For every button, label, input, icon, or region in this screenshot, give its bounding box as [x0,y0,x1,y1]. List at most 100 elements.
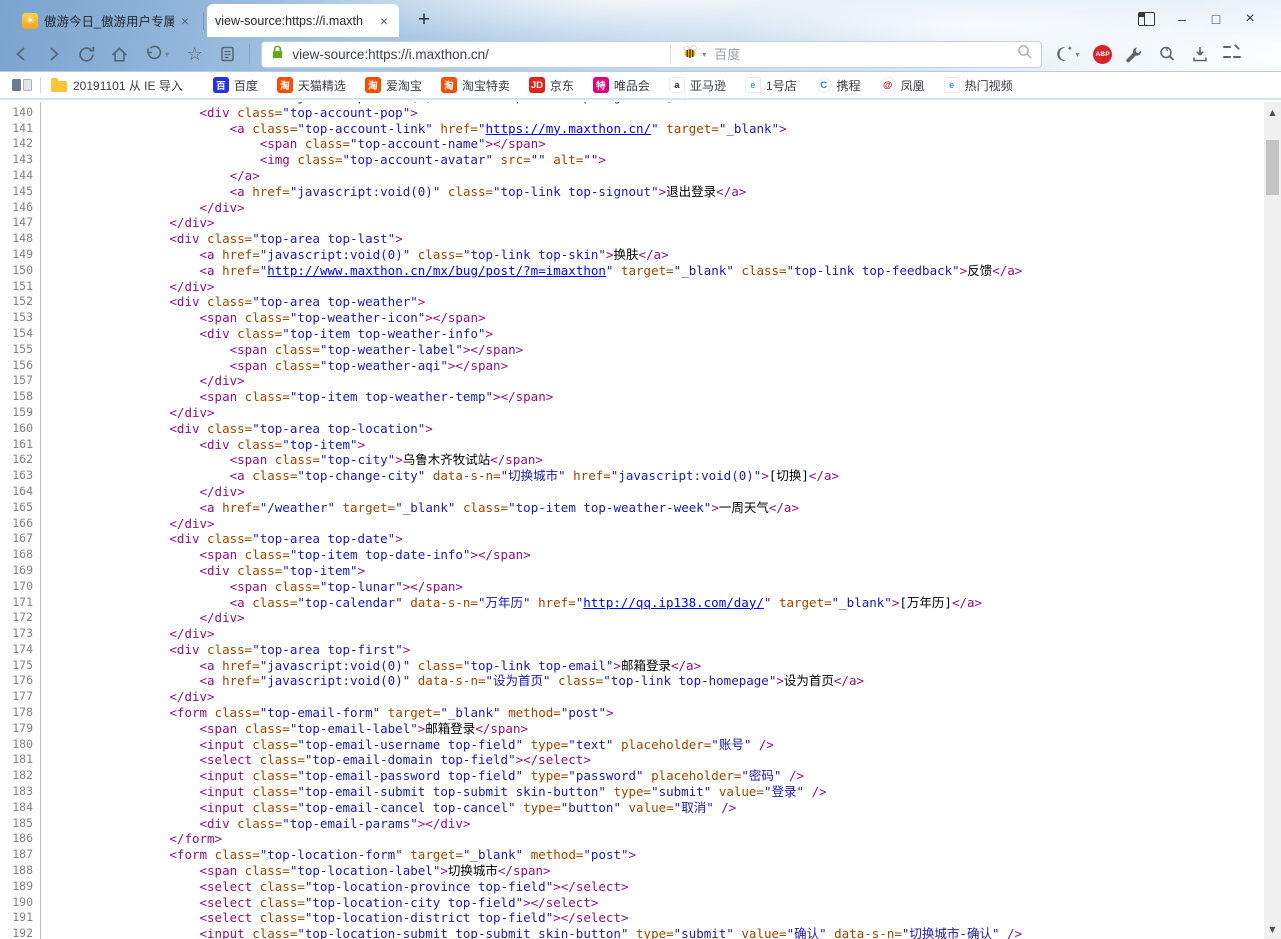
search-engine-dropdown-icon[interactable]: ▾ [702,50,706,59]
line-code: </div> [41,689,215,705]
maximize-button[interactable]: □ [1199,11,1233,27]
folder-icon [51,81,67,92]
search-magnifier-icon[interactable] [1016,43,1033,65]
line-number: 156 [0,358,41,374]
line-number: 167 [0,531,41,547]
forward-icon[interactable] [43,43,65,65]
line-number: 157 [0,373,41,389]
tab-view-source[interactable]: view-source:https://i.maxth × [207,4,399,37]
close-window-button[interactable]: × [1233,10,1267,28]
bookmark-taobao[interactable]: 淘淘宝特卖 [441,77,510,94]
source-line: 176<a href="javascript:void(0)" data-s-n… [0,673,1264,689]
line-number: 150 [0,263,41,279]
source-line: 173</div> [0,626,1264,642]
line-code: <div class="top-area top-last"> [41,231,403,247]
bookmark-ifeng[interactable]: @凤凰 [880,77,925,94]
browser-window: ☀ 傲游今日_傲游用户专属的网 × view-source:https://i.… [0,0,1281,939]
back-icon[interactable] [10,43,32,65]
line-code: <div class="top-area top-weather"> [41,294,425,310]
line-code: <span class="top-item top-date-info"></s… [41,547,531,563]
line-code: <input class="top-location-submit top-su… [41,926,1022,939]
scroll-up-button[interactable]: ▲ [1264,104,1281,120]
home-icon[interactable] [108,43,130,65]
line-code: <div class="top-item"> [41,563,365,579]
url-text[interactable]: view-source:https://i.maxthon.cn/ [292,47,489,62]
source-line: 160<div class="top-area top-location"> [0,421,1264,437]
line-number: 172 [0,610,41,626]
reload-icon[interactable] [76,43,98,65]
undo-icon[interactable]: ▾ [141,43,173,65]
line-code: <a href="javascript:void(0)" class="top-… [41,247,669,263]
tmall-icon: 淘 [277,77,293,93]
bookmark-ctrip[interactable]: C携程 [816,77,861,94]
bookmark-amazon[interactable]: a亚马逊 [669,77,726,94]
bookmark-label: 凤凰 [901,77,925,94]
source-link[interactable]: https://my.maxthon.cn/ [486,121,652,136]
line-number: 171 [0,595,41,611]
favorites-star-icon[interactable]: ☆ [184,43,206,65]
reading-list-icon[interactable] [217,43,239,65]
layout-panels-icon[interactable] [1138,12,1155,26]
line-number: 170 [0,579,41,595]
undo-dropdown-icon[interactable]: ▾ [165,50,169,59]
vertical-scrollbar[interactable]: ▲ ▼ [1264,102,1281,939]
devtools-wrench-icon[interactable] [1123,43,1145,65]
source-line: 145<a href="javascript:void(0)" class="t… [0,184,1264,200]
source-line: 186</form> [0,831,1264,847]
source-line: 153<span class="top-weather-icon"></span… [0,310,1264,326]
line-number: 143 [0,152,41,168]
lock-icon [270,44,285,65]
download-icon[interactable] [1189,43,1211,65]
adblock-abp-icon[interactable]: ABP [1093,45,1112,64]
tab-maxthon-today[interactable]: ☀ 傲游今日_傲游用户专属的网 × [14,4,200,37]
line-code: <input class="top-email-username top-fie… [41,737,774,753]
bookmark-taobao[interactable]: 淘爱淘宝 [365,77,422,94]
night-mode-icon[interactable]: ▾ [1053,43,1083,65]
line-number: 155 [0,342,41,358]
bookmarks-list: 百百度淘天猫精选淘爱淘宝淘淘宝特卖JD京东特唯品会a亚马逊e1号店C携程@凤凰e… [213,77,1013,94]
new-tab-button[interactable]: + [413,8,435,32]
search-input[interactable] [714,47,844,62]
search-engine-bee-icon[interactable] [681,44,700,65]
line-number: 166 [0,516,41,532]
line-number: 162 [0,452,41,468]
line-number: 158 [0,389,41,405]
source-link[interactable]: http://www.maxthon.cn/mx/bug/post/?m=ima… [267,263,606,278]
bookmark-ie[interactable]: e1号店 [745,77,797,94]
line-number: 179 [0,721,41,737]
extensions-grid-icon[interactable] [1221,43,1243,65]
source-line: 154<div class="top-item top-weather-info… [0,326,1264,342]
bookmark-ie[interactable]: e热门视频 [944,77,1013,94]
source-line: 188<span class="top-location-label">切换城市… [0,863,1264,879]
bookmark-folder-ie-import[interactable]: 20191101 从 IE 导入 [51,77,183,94]
source-link[interactable]: http://qq.ip138.com/day/ [583,595,764,610]
scroll-down-button[interactable]: ▼ [1264,921,1281,937]
minimize-button[interactable]: – [1165,11,1199,27]
bookmark-jd[interactable]: JD京东 [529,77,574,94]
main-menu-icon[interactable] [1254,43,1271,65]
line-code: </div> [41,626,215,642]
bookmark-baidu[interactable]: 百百度 [213,77,258,94]
line-code: </div> [41,405,215,421]
bookmark-vip[interactable]: 特唯品会 [593,77,650,94]
line-code: <span class="top-lunar"></span> [41,579,463,595]
close-tab-icon[interactable]: × [178,13,192,29]
line-number: 154 [0,326,41,342]
scrollbar-thumb[interactable] [1266,140,1279,195]
line-number: 176 [0,673,41,689]
source-line: 184<input class="top-email-cancel top-ca… [0,800,1264,816]
line-number: 183 [0,784,41,800]
night-mode-dropdown-icon[interactable]: ▾ [1075,50,1079,59]
navigation-toolbar: ▾ ☆ view-source:https://i.maxthon.cn/ [0,37,1281,71]
line-number: 188 [0,863,41,879]
window-controls: – □ × [1138,0,1267,37]
sidebar-toggle-icon[interactable] [12,79,32,91]
source-line: 166</div> [0,516,1264,532]
close-tab-icon[interactable]: × [377,13,391,29]
resource-sniffer-icon[interactable] [1156,43,1178,65]
source-line: 143<img class="top-account-avatar" src="… [0,152,1264,168]
bookmark-label: 淘宝特卖 [462,77,510,94]
bookmark-tmall[interactable]: 淘天猫精选 [277,77,346,94]
address-bar[interactable]: view-source:https://i.maxthon.cn/ ▾ [261,41,1041,68]
line-code: </div> [41,373,245,389]
